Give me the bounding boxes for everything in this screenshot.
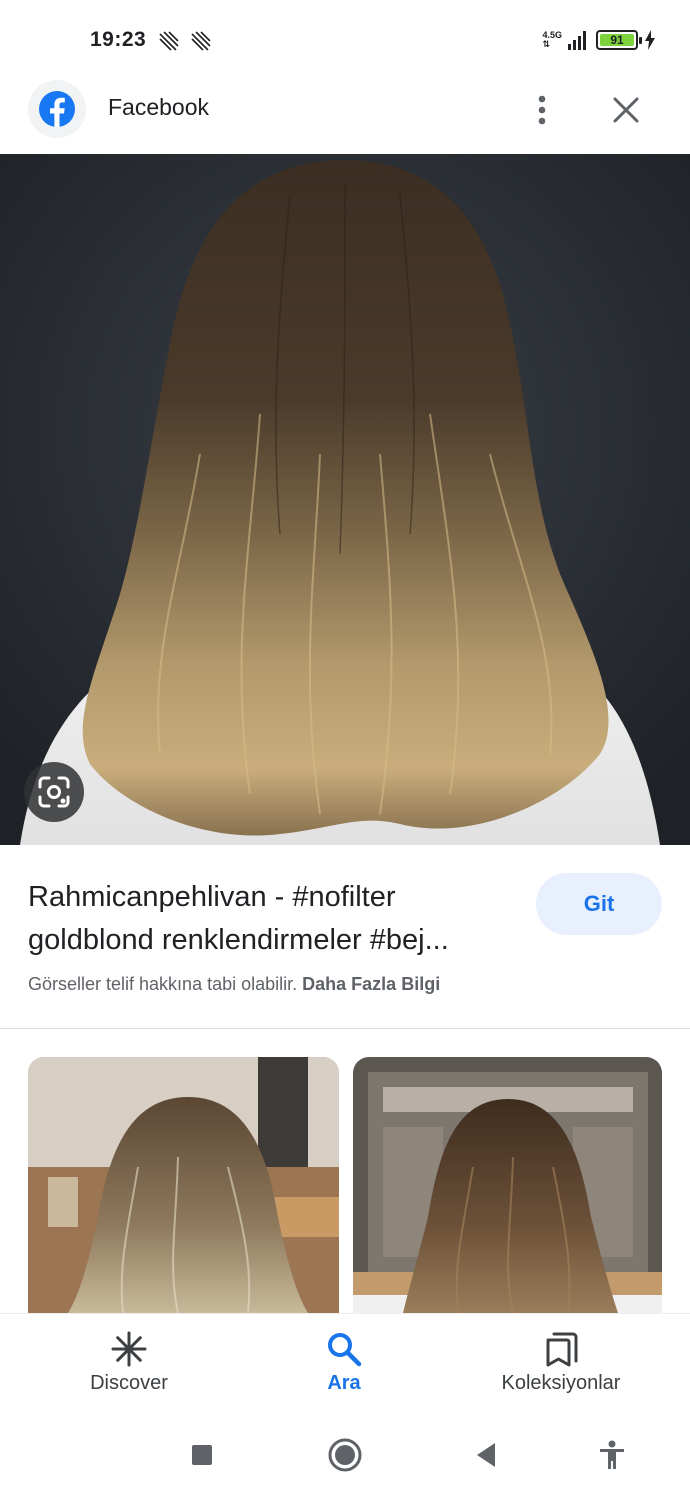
result-title-line: goldblond renklendirmeler #bej... — [28, 924, 449, 956]
visit-button[interactable]: Git — [536, 873, 662, 935]
divider — [0, 1028, 690, 1029]
accessibility-icon — [600, 1440, 624, 1469]
source-header: Facebook — [0, 80, 690, 154]
hair-photo — [0, 154, 690, 845]
square-icon — [192, 1445, 212, 1465]
status-time: 19:23 — [90, 28, 147, 51]
nav-item-discover[interactable]: Discover — [64, 1314, 194, 1414]
copyright-text: Görseller telif hakkına tabi olabilir. — [28, 974, 298, 994]
nav-label: Koleksiyonlar — [501, 1372, 621, 1394]
back-triangle-icon — [477, 1443, 495, 1467]
more-options-button[interactable] — [522, 88, 562, 132]
more-vert-icon — [538, 95, 546, 125]
asterisk-icon — [110, 1330, 148, 1368]
search-icon — [325, 1330, 363, 1368]
related-image[interactable] — [28, 1057, 339, 1313]
close-icon — [613, 97, 639, 123]
bookmarks-icon — [542, 1330, 580, 1368]
result-title-line: Rahmicanpehlivan - #nofilter — [28, 881, 396, 913]
notification-icon — [191, 31, 211, 51]
home-button[interactable] — [325, 1435, 365, 1475]
source-name[interactable]: Facebook — [108, 94, 209, 121]
close-button[interactable] — [604, 88, 648, 132]
battery-level: 91 — [600, 33, 634, 47]
related-photo — [353, 1057, 662, 1313]
status-bar: 19:23 4.5G ⇅ 91 — [0, 0, 690, 80]
copyright-notice: Görseller telif hakkına tabi olabilir. D… — [28, 974, 440, 995]
google-lens-button[interactable] — [24, 762, 84, 822]
nav-item-collections[interactable]: Koleksiyonlar — [486, 1314, 636, 1414]
notification-icon — [159, 31, 179, 51]
related-images — [0, 1057, 690, 1313]
battery-indicator: 91 — [596, 30, 642, 50]
nav-label: Ara — [327, 1372, 361, 1394]
related-photo — [28, 1057, 339, 1313]
charging-icon — [645, 30, 655, 50]
back-button[interactable] — [466, 1435, 506, 1475]
signal-icon — [568, 31, 586, 50]
result-title[interactable]: Rahmicanpehlivan - #nofilter goldblond r… — [28, 876, 528, 962]
system-navigation — [0, 1413, 690, 1495]
facebook-logo-icon[interactable] — [28, 80, 86, 138]
status-indicators: 4.5G ⇅ 91 — [542, 26, 656, 54]
main-image[interactable] — [0, 154, 690, 845]
recents-button[interactable] — [182, 1435, 222, 1475]
bottom-navigation: Discover Ara Koleksiyonlar — [0, 1313, 690, 1413]
nav-item-search[interactable]: Ara — [294, 1314, 394, 1414]
nav-label: Discover — [90, 1372, 168, 1394]
lens-icon — [38, 776, 70, 808]
home-circle-icon — [328, 1438, 362, 1472]
network-type: 4.5G ⇅ — [542, 30, 562, 49]
accessibility-button[interactable] — [592, 1435, 632, 1475]
learn-more-link[interactable]: Daha Fazla Bilgi — [302, 974, 440, 994]
related-image[interactable] — [353, 1057, 662, 1313]
